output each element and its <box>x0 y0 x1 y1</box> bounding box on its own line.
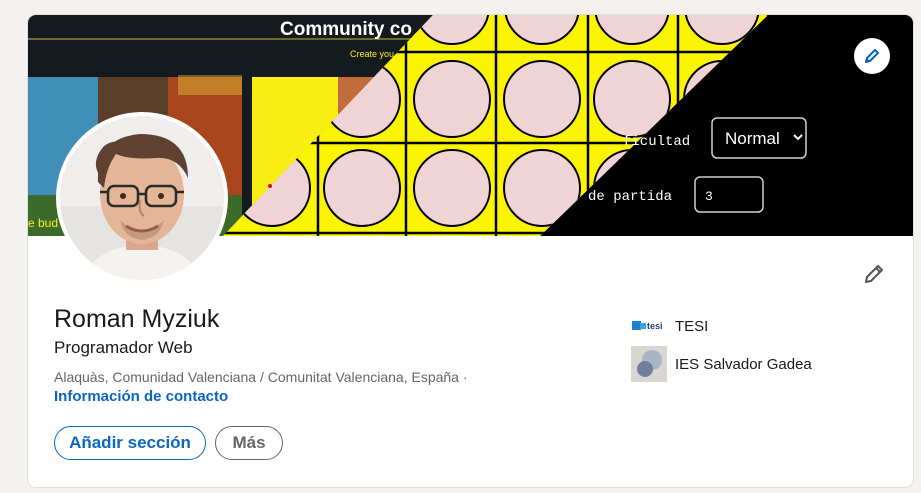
pencil-icon <box>865 49 879 63</box>
org-name-tesi: TESI <box>675 317 709 335</box>
profile-location: Alaquàs, Comunidad Valenciana / Comunita… <box>54 369 468 385</box>
profile-headline: Programador Web <box>54 338 193 357</box>
banner-title-text: Community co <box>280 19 412 40</box>
match-value: 3 <box>705 189 713 204</box>
banner-side-text: e bud <box>28 216 58 230</box>
add-section-button[interactable]: Añadir sección <box>54 426 206 460</box>
profile-name: Roman Myziuk <box>54 305 220 333</box>
pencil-icon <box>865 265 883 283</box>
profile-card: Community co Create you e bud ficultad N… <box>28 15 913 487</box>
avatar[interactable] <box>56 112 228 284</box>
banner-subtitle-text: Create you <box>350 49 394 59</box>
match-label: de partida <box>588 189 672 205</box>
difficulty-value: Normal <box>725 129 780 148</box>
edit-banner-button[interactable] <box>854 38 890 74</box>
tesi-logo-text: tesi <box>647 321 663 331</box>
contact-info-link[interactable]: Información de contacto <box>54 388 228 405</box>
org-item-ies-salvador-gadea[interactable]: IES Salvador Gadea <box>631 346 812 382</box>
difficulty-label: ficultad <box>623 134 690 150</box>
ies-salvador-gadea-logo <box>631 346 667 382</box>
more-button[interactable]: Más <box>215 426 283 460</box>
tesi-logo: tesi <box>631 308 667 344</box>
org-name-ies-salvador-gadea: IES Salvador Gadea <box>675 355 812 373</box>
org-item-tesi[interactable]: tesi TESI <box>631 308 708 344</box>
edit-profile-button[interactable] <box>858 258 890 290</box>
avatar-photo <box>60 116 224 280</box>
